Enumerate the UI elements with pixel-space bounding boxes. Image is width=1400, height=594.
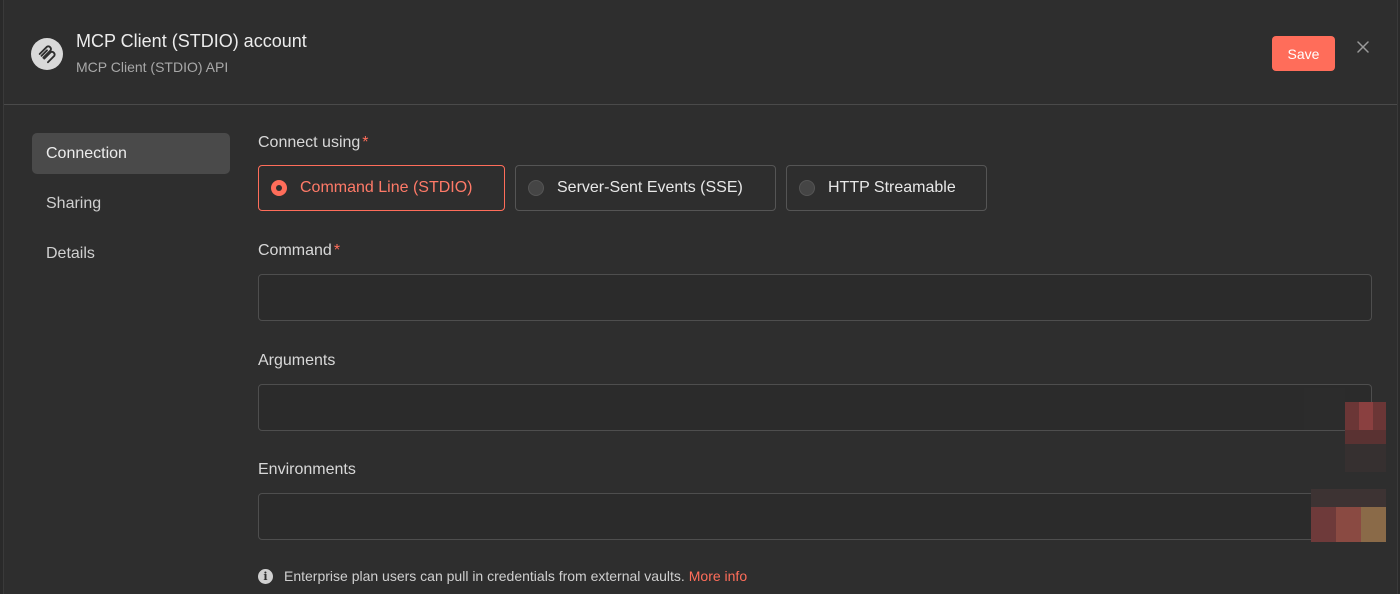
mcp-logo-icon: [31, 38, 63, 70]
sidebar-nav: Connection Sharing Details: [32, 133, 230, 283]
command-input[interactable]: [258, 274, 1372, 321]
connect-using-text: Connect using: [258, 134, 361, 151]
required-mark: *: [333, 242, 341, 259]
modal-title: MCP Client (STDIO) account: [76, 31, 307, 51]
environments-label: Environments: [258, 461, 356, 478]
sidebar-item-details[interactable]: Details: [32, 233, 230, 274]
radio-unselected-icon: [528, 180, 544, 196]
more-info-link[interactable]: More info: [689, 568, 747, 584]
radio-command-line[interactable]: Command Line (STDIO): [258, 165, 505, 211]
radio-label: Command Line (STDIO): [300, 179, 473, 196]
required-mark: *: [362, 134, 369, 151]
connect-using-label: Connect using *: [258, 134, 369, 152]
command-label: Command *: [258, 242, 340, 260]
radio-sse[interactable]: Server-Sent Events (SSE): [515, 165, 776, 211]
connection-type-radio-group: Command Line (STDIO) Server-Sent Events …: [258, 165, 997, 211]
radio-label: Server-Sent Events (SSE): [557, 179, 743, 196]
sidebar-item-label: Details: [46, 244, 95, 262]
sidebar-item-sharing[interactable]: Sharing: [32, 183, 230, 224]
enterprise-info: i Enterprise plan users can pull in cred…: [258, 568, 747, 584]
info-icon: i: [258, 568, 273, 584]
radio-http-streamable[interactable]: HTTP Streamable: [786, 165, 987, 211]
blurred-overlay: [1311, 489, 1386, 542]
sidebar-item-connection[interactable]: Connection: [32, 133, 230, 174]
command-label-text: Command: [258, 242, 332, 259]
arguments-label: Arguments: [258, 352, 336, 369]
sidebar-item-label: Sharing: [46, 194, 102, 212]
modal-header: MCP Client (STDIO) account MCP Client (S…: [4, 0, 1397, 105]
info-text: Enterprise plan users can pull in creden…: [284, 568, 685, 584]
credential-modal: MCP Client (STDIO) account MCP Client (S…: [3, 0, 1398, 594]
save-button[interactable]: Save: [1272, 36, 1335, 71]
radio-selected-icon: [271, 180, 287, 196]
environments-input[interactable]: [258, 493, 1372, 540]
blurred-overlay: [1304, 388, 1386, 472]
radio-unselected-icon: [799, 180, 815, 196]
arguments-input[interactable]: [258, 384, 1372, 431]
sidebar-item-label: Connection: [46, 144, 127, 162]
close-icon[interactable]: [1354, 38, 1372, 56]
modal-subtitle: MCP Client (STDIO) API: [76, 59, 229, 75]
radio-label: HTTP Streamable: [828, 179, 956, 196]
